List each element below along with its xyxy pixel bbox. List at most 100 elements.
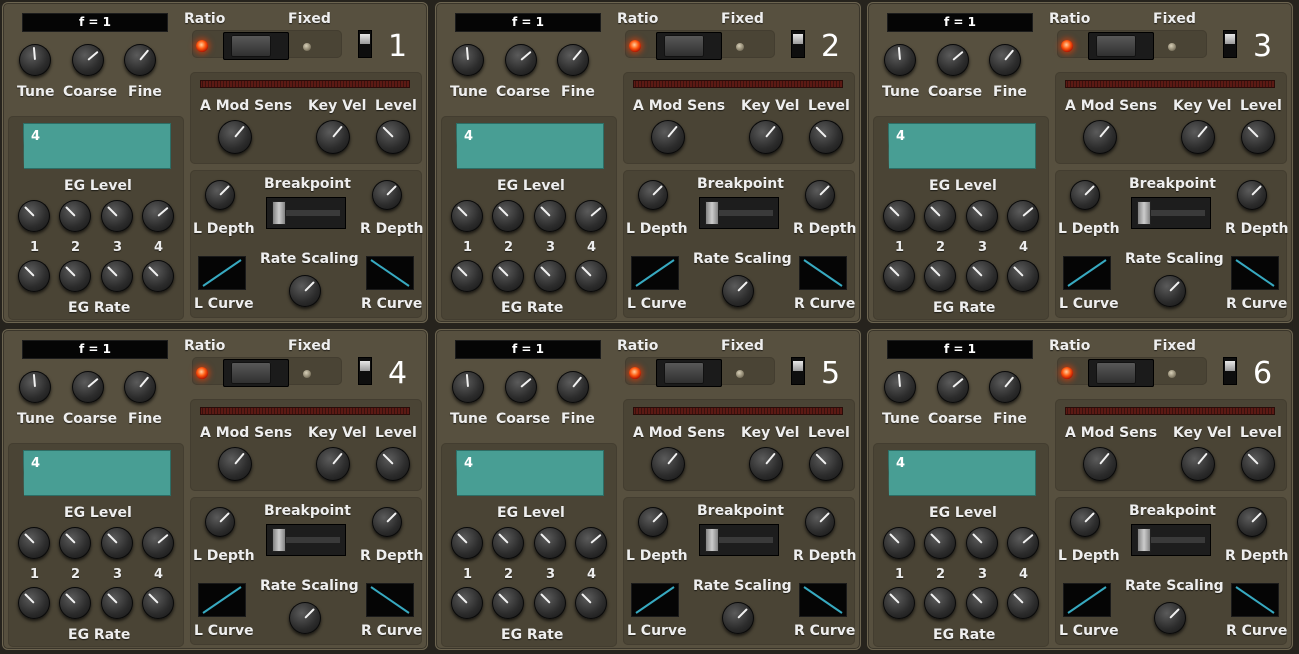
eg-rate-knob-2[interactable] xyxy=(924,260,956,292)
breakpoint-slider[interactable] xyxy=(699,524,779,556)
key-vel-knob[interactable] xyxy=(749,447,783,481)
eg-level-knob-4[interactable] xyxy=(1007,200,1039,232)
rate-scaling-knob[interactable] xyxy=(289,602,321,634)
operator-enable-switch[interactable] xyxy=(791,357,805,385)
tune-knob[interactable] xyxy=(884,371,916,403)
ratio-fixed-switch[interactable] xyxy=(656,359,722,387)
eg-level-knob-3[interactable] xyxy=(534,527,566,559)
l-curve-display[interactable] xyxy=(631,583,679,617)
coarse-knob[interactable] xyxy=(72,44,104,76)
operator-enable-switch[interactable] xyxy=(358,357,372,385)
switch-handle[interactable] xyxy=(1096,362,1136,384)
eg-level-knob-1[interactable] xyxy=(18,527,50,559)
breakpoint-slider[interactable] xyxy=(1131,524,1211,556)
eg-level-knob-4[interactable] xyxy=(142,527,174,559)
breakpoint-slider[interactable] xyxy=(1131,197,1211,229)
operator-enable-switch[interactable] xyxy=(1223,30,1237,58)
eg-rate-knob-4[interactable] xyxy=(1007,587,1039,619)
l-depth-knob[interactable] xyxy=(1070,180,1100,210)
eg-level-knob-1[interactable] xyxy=(18,200,50,232)
slider-thumb[interactable] xyxy=(705,528,719,552)
r-curve-display[interactable] xyxy=(799,256,847,290)
l-depth-knob[interactable] xyxy=(1070,507,1100,537)
fine-knob[interactable] xyxy=(557,371,589,403)
eg-rate-knob-1[interactable] xyxy=(883,260,915,292)
l-curve-display[interactable] xyxy=(1063,583,1111,617)
l-curve-display[interactable] xyxy=(1063,256,1111,290)
r-depth-knob[interactable] xyxy=(1237,507,1267,537)
rate-scaling-knob[interactable] xyxy=(1154,602,1186,634)
r-depth-knob[interactable] xyxy=(372,507,402,537)
eg-level-knob-2[interactable] xyxy=(924,527,956,559)
r-curve-display[interactable] xyxy=(366,256,414,290)
tune-knob[interactable] xyxy=(452,44,484,76)
eg-rate-knob-4[interactable] xyxy=(575,587,607,619)
ratio-fixed-switch[interactable] xyxy=(1088,32,1154,60)
level-knob[interactable] xyxy=(1241,447,1275,481)
eg-rate-knob-1[interactable] xyxy=(451,260,483,292)
l-curve-display[interactable] xyxy=(198,256,246,290)
eg-rate-knob-2[interactable] xyxy=(492,260,524,292)
eg-rate-knob-4[interactable] xyxy=(142,587,174,619)
slider-thumb[interactable] xyxy=(272,528,286,552)
eg-level-knob-4[interactable] xyxy=(1007,527,1039,559)
eg-level-knob-2[interactable] xyxy=(492,200,524,232)
key-vel-knob[interactable] xyxy=(316,120,350,154)
eg-rate-knob-1[interactable] xyxy=(451,587,483,619)
key-vel-knob[interactable] xyxy=(1181,120,1215,154)
eg-level-knob-3[interactable] xyxy=(101,200,133,232)
eg-rate-knob-3[interactable] xyxy=(101,260,133,292)
switch-handle[interactable] xyxy=(231,35,271,57)
operator-enable-switch[interactable] xyxy=(358,30,372,58)
eg-rate-knob-3[interactable] xyxy=(966,260,998,292)
ratio-fixed-switch[interactable] xyxy=(223,32,289,60)
a-mod-sens-knob[interactable] xyxy=(651,447,685,481)
eg-level-knob-2[interactable] xyxy=(59,527,91,559)
coarse-knob[interactable] xyxy=(505,371,537,403)
eg-rate-knob-1[interactable] xyxy=(883,587,915,619)
eg-rate-knob-4[interactable] xyxy=(1007,260,1039,292)
slider-thumb[interactable] xyxy=(1137,201,1151,225)
level-knob[interactable] xyxy=(809,447,843,481)
eg-level-knob-4[interactable] xyxy=(142,200,174,232)
coarse-knob[interactable] xyxy=(72,371,104,403)
key-vel-knob[interactable] xyxy=(316,447,350,481)
slider-thumb[interactable] xyxy=(272,201,286,225)
a-mod-sens-knob[interactable] xyxy=(1083,447,1117,481)
a-mod-sens-knob[interactable] xyxy=(218,447,252,481)
level-knob[interactable] xyxy=(809,120,843,154)
fine-knob[interactable] xyxy=(989,371,1021,403)
r-depth-knob[interactable] xyxy=(805,507,835,537)
eg-rate-knob-2[interactable] xyxy=(492,587,524,619)
coarse-knob[interactable] xyxy=(505,44,537,76)
a-mod-sens-knob[interactable] xyxy=(1083,120,1117,154)
eg-rate-knob-4[interactable] xyxy=(575,260,607,292)
r-depth-knob[interactable] xyxy=(1237,180,1267,210)
ratio-fixed-switch[interactable] xyxy=(656,32,722,60)
tune-knob[interactable] xyxy=(19,371,51,403)
eg-level-knob-4[interactable] xyxy=(575,527,607,559)
l-depth-knob[interactable] xyxy=(205,180,235,210)
eg-level-knob-1[interactable] xyxy=(451,200,483,232)
rate-scaling-knob[interactable] xyxy=(722,275,754,307)
switch-handle[interactable] xyxy=(664,362,704,384)
switch-handle[interactable] xyxy=(664,35,704,57)
tune-knob[interactable] xyxy=(19,44,51,76)
switch-nub[interactable] xyxy=(1225,34,1235,44)
eg-rate-knob-2[interactable] xyxy=(59,587,91,619)
eg-rate-knob-2[interactable] xyxy=(924,587,956,619)
breakpoint-slider[interactable] xyxy=(699,197,779,229)
r-depth-knob[interactable] xyxy=(372,180,402,210)
switch-nub[interactable] xyxy=(1225,361,1235,371)
level-knob[interactable] xyxy=(376,120,410,154)
fine-knob[interactable] xyxy=(124,371,156,403)
switch-handle[interactable] xyxy=(1096,35,1136,57)
key-vel-knob[interactable] xyxy=(1181,447,1215,481)
switch-handle[interactable] xyxy=(231,362,271,384)
eg-level-knob-3[interactable] xyxy=(966,527,998,559)
l-curve-display[interactable] xyxy=(198,583,246,617)
eg-level-knob-3[interactable] xyxy=(966,200,998,232)
switch-nub[interactable] xyxy=(360,34,370,44)
rate-scaling-knob[interactable] xyxy=(722,602,754,634)
ratio-fixed-switch[interactable] xyxy=(1088,359,1154,387)
